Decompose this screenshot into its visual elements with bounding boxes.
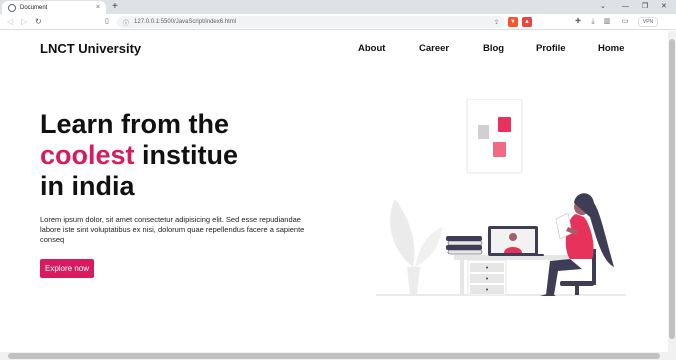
horizontal-scroll-thumb[interactable] [8, 353, 660, 359]
maximize-button[interactable]: ❐ [642, 1, 648, 13]
forward-icon[interactable]: ▷ [21, 16, 27, 28]
tab-search-icon[interactable]: ⌄ [600, 1, 606, 13]
browser-toolbar: ◁ ▷ ↻ ▯ ⓘ 127.0.0.1:5500/JavaScript/inde… [0, 14, 676, 30]
nav-link-profile[interactable]: Profile [536, 43, 566, 54]
hero-accent-word: coolest [40, 140, 135, 170]
hero-line-3: in india [40, 171, 135, 201]
nav-link-home[interactable]: Home [598, 43, 624, 54]
hero-line-2: coolest institue [40, 140, 238, 171]
hero-line-1: Learn from the [40, 109, 230, 139]
tab-strip: Document × + ⌄ — ❐ ✕ [0, 0, 676, 14]
globe-icon [8, 3, 16, 12]
new-tab-button[interactable]: + [112, 0, 118, 13]
online-learning-illustration [376, 99, 626, 296]
url-text[interactable]: 127.0.0.1:5500/JavaScript/index6.html [134, 19, 494, 25]
hero-heading: Learn from the coolest institue in india [40, 109, 238, 202]
address-bar[interactable]: ⓘ 127.0.0.1:5500/JavaScript/index6.html … [117, 16, 505, 28]
reload-icon[interactable]: ↻ [35, 16, 42, 28]
horizontal-scrollbar[interactable] [0, 352, 676, 360]
brave-shield-icon[interactable]: ▼ [508, 17, 518, 27]
share-icon[interactable]: ⇪ [494, 19, 499, 26]
page-content: LNCT University About Career Blog Profil… [0, 31, 668, 352]
download-icon[interactable]: ⤓ [588, 17, 598, 27]
nav-link-about[interactable]: About [358, 43, 385, 54]
minimize-button[interactable]: — [622, 1, 629, 13]
extension-icon[interactable]: ✚ [573, 17, 583, 27]
nav-link-blog[interactable]: Blog [483, 43, 504, 54]
browser-tab[interactable]: Document × [2, 1, 106, 14]
brave-rewards-icon[interactable]: ▲ [522, 17, 532, 27]
nav-link-career[interactable]: Career [419, 43, 449, 54]
hero-line-2-rest: institue [134, 140, 239, 170]
site-logo[interactable]: LNCT University [40, 41, 141, 56]
sidebar-icon[interactable]: ▥ [602, 17, 612, 27]
bookmark-icon[interactable]: ▯ [105, 16, 109, 28]
vertical-scrollbar[interactable] [668, 31, 676, 352]
hero-paragraph: Lorem ipsum dolor, sit amet consectetur … [40, 215, 305, 244]
explore-now-button[interactable]: Explore now [40, 259, 94, 278]
info-icon[interactable]: ⓘ [123, 18, 129, 27]
tab-title: Document [20, 4, 48, 11]
close-window-button[interactable]: ✕ [661, 1, 667, 13]
vertical-scroll-thumb[interactable] [669, 39, 675, 339]
tab-close-icon[interactable]: × [96, 4, 100, 11]
wallet-icon[interactable]: ▭ [620, 17, 630, 27]
back-icon[interactable]: ◁ [7, 16, 13, 28]
vpn-button[interactable]: VPN [638, 17, 658, 27]
